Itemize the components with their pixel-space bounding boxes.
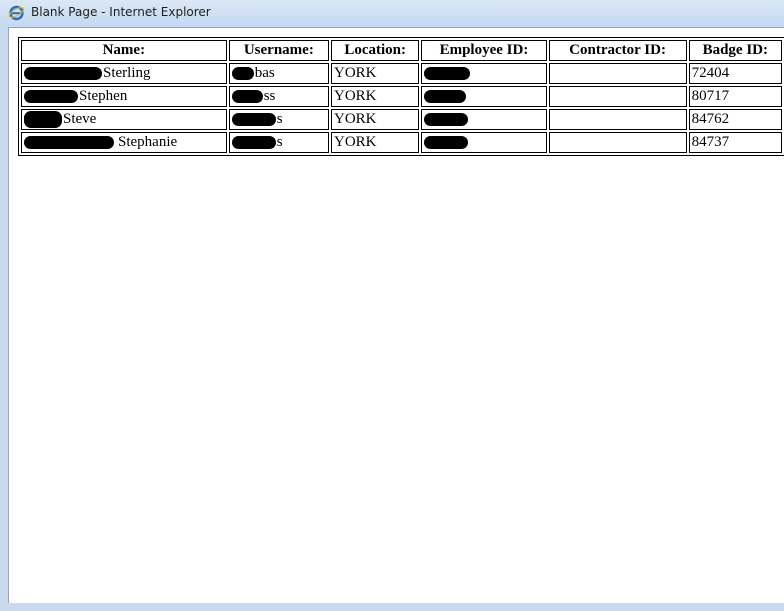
redaction-mark	[231, 136, 276, 149]
column-header-badge-id: Badge ID:	[688, 40, 782, 61]
cell-employee-id	[421, 109, 547, 130]
cell-badge-id: 72404	[688, 63, 782, 84]
cell-name-text: Steve	[63, 111, 97, 127]
cell-badge-id: 80717	[688, 86, 782, 107]
cell-username: ss	[228, 86, 329, 107]
cell-contractor-id	[548, 86, 687, 107]
cell-name-text: Stephanie	[118, 134, 178, 150]
cell-username: s	[228, 109, 329, 130]
cell-username-text: s	[276, 111, 283, 127]
table-row: Stephen ss YORK 80717	[21, 86, 782, 107]
column-header-contractor-id: Contractor ID:	[548, 40, 687, 61]
window-title: Blank Page - Internet Explorer	[31, 5, 211, 19]
redaction-mark	[231, 67, 254, 80]
cell-name-text: Stephen	[79, 88, 128, 104]
table-row: Stephanie s YORK 84737	[21, 132, 782, 153]
title-bar[interactable]: Blank Page - Internet Explorer	[0, 0, 784, 27]
redaction-mark	[231, 90, 263, 103]
cell-contractor-id	[548, 63, 687, 84]
redaction-mark	[424, 90, 467, 104]
cell-badge-id: 84762	[688, 109, 782, 130]
cell-name: Stephanie	[21, 132, 227, 153]
column-header-location: Location:	[331, 40, 420, 61]
page-content: Name: Username: Location: Employee ID: C…	[8, 27, 784, 604]
cell-name-text: Sterling	[103, 65, 151, 81]
cell-contractor-id	[548, 109, 687, 130]
cell-username-text: bas	[254, 65, 275, 81]
cell-name: Stephen	[21, 86, 227, 107]
redaction-mark	[424, 67, 471, 81]
cell-username-text: ss	[263, 88, 276, 104]
table-row: Sterling bas YORK 72404	[21, 63, 782, 84]
column-header-name: Name:	[21, 40, 227, 61]
redaction-mark	[24, 67, 102, 80]
redaction-mark	[24, 136, 114, 149]
redaction-mark	[424, 113, 469, 127]
cell-name: Steve	[21, 109, 227, 130]
cell-name: Sterling	[21, 63, 227, 84]
cell-location: YORK	[331, 86, 420, 107]
cell-employee-id	[421, 86, 547, 107]
cell-username: bas	[228, 63, 329, 84]
employee-table: Name: Username: Location: Employee ID: C…	[18, 37, 784, 156]
cell-contractor-id	[548, 132, 687, 153]
table-header-row: Name: Username: Location: Employee ID: C…	[21, 40, 782, 61]
redaction-mark	[24, 111, 62, 128]
cell-location: YORK	[331, 63, 420, 84]
table-row: Steve s YORK 84762	[21, 109, 782, 130]
window-bottom-border	[0, 603, 784, 611]
cell-username: s	[228, 132, 329, 153]
cell-location: YORK	[331, 132, 420, 153]
internet-explorer-icon	[8, 5, 25, 21]
column-header-username: Username:	[228, 40, 329, 61]
cell-location: YORK	[331, 109, 420, 130]
redaction-mark	[231, 113, 276, 126]
redaction-mark	[424, 136, 469, 150]
cell-badge-id: 84737	[688, 132, 782, 153]
cell-employee-id	[421, 63, 547, 84]
cell-employee-id	[421, 132, 547, 153]
column-header-employee-id: Employee ID:	[421, 40, 547, 61]
redaction-mark	[24, 90, 78, 103]
cell-username-text: s	[276, 134, 283, 150]
